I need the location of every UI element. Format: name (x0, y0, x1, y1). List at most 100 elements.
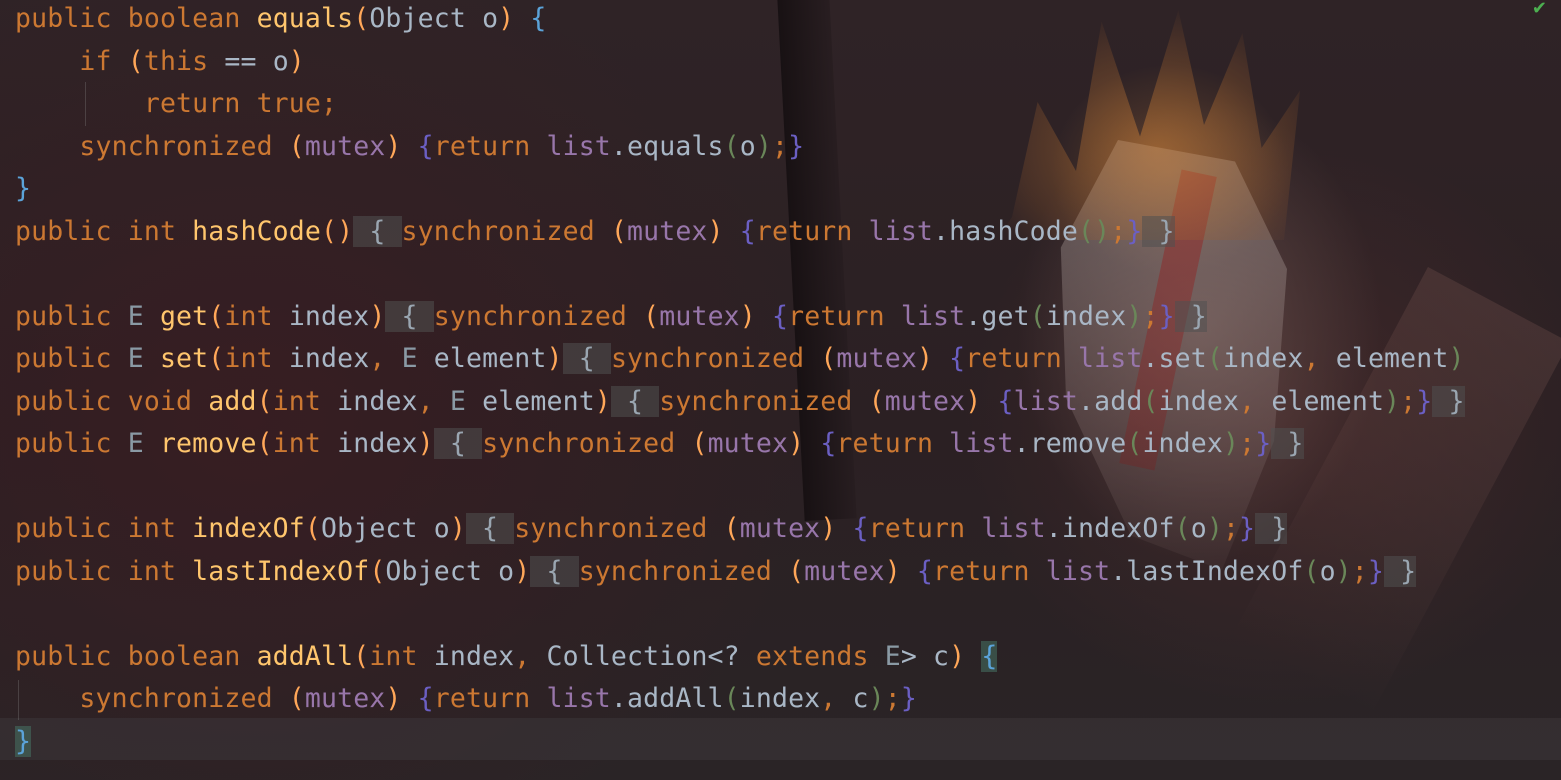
code-line[interactable]: public boolean addAll(int index, Collect… (15, 638, 1465, 681)
code-token: return (836, 428, 950, 459)
code-token: return (433, 683, 547, 714)
folded-region[interactable]: } (1271, 428, 1304, 459)
folded-region[interactable]: { (433, 428, 483, 459)
folded-region[interactable]: } (1174, 300, 1207, 332)
code-lines[interactable]: public boolean equals(Object o) { if (th… (15, 0, 1465, 765)
code-token: ( (256, 385, 273, 417)
code-token: public int (15, 513, 193, 544)
code-editor[interactable]: ✔ public boolean equals(Object o) { if (… (0, 0, 1561, 780)
code-token: . (1142, 343, 1159, 374)
code-token: ( (691, 428, 708, 459)
code-token: index (1045, 300, 1127, 332)
code-token: ) (514, 555, 531, 587)
code-token: get (159, 300, 209, 332)
code-token: } (1255, 428, 1272, 459)
code-token: o (739, 130, 756, 162)
folded-region[interactable]: } (1142, 215, 1175, 247)
code-token: int (224, 300, 289, 332)
folded-region[interactable]: { (562, 343, 611, 374)
code-token: { (949, 343, 966, 374)
code-token: . (1078, 385, 1095, 417)
code-token: ; (1222, 513, 1240, 544)
folded-region[interactable]: { (530, 555, 579, 587)
code-token: o (433, 513, 450, 544)
folded-region[interactable]: } (1255, 513, 1288, 544)
code-token: public boolean (15, 640, 257, 672)
code-token: . (965, 300, 982, 332)
code-token: mutex (659, 300, 740, 332)
code-token: int (272, 385, 338, 417)
code-token: . (933, 215, 950, 247)
code-token: { (417, 130, 434, 162)
folded-region[interactable]: { (385, 300, 434, 332)
code-token: return (433, 130, 547, 162)
code-token: equals (627, 130, 724, 162)
code-token: . (1013, 428, 1030, 459)
code-token: public (15, 300, 128, 332)
code-line[interactable]: synchronized (mutex) {return list.addAll… (15, 680, 1465, 723)
code-token: ( (868, 385, 885, 417)
code-line[interactable]: } (15, 723, 1465, 766)
code-token: E (127, 428, 160, 459)
code-token: { (417, 683, 434, 714)
code-token: { (852, 513, 869, 544)
folded-region[interactable]: } (1432, 385, 1465, 417)
code-line[interactable]: public int lastIndexOf(Object o) { synch… (15, 553, 1465, 596)
code-line[interactable]: public E remove(int index) { synchronize… (15, 425, 1465, 468)
folded-region[interactable]: } (1384, 555, 1417, 587)
code-token: E (127, 300, 160, 332)
code-token: ; (1239, 428, 1256, 459)
code-line[interactable] (15, 595, 1465, 638)
code-token: hashCode (949, 215, 1078, 247)
code-token: element (1271, 385, 1385, 417)
code-token: mutex (804, 555, 885, 587)
code-token: { (981, 640, 998, 672)
code-line[interactable]: public E get(int index) { synchronized (… (15, 298, 1465, 341)
folded-region[interactable]: { (610, 385, 660, 417)
code-token: index (1142, 428, 1223, 459)
code-token: ; (1110, 215, 1127, 247)
code-token: element (482, 385, 595, 417)
code-line[interactable]: synchronized (mutex) {return list.equals… (15, 128, 1465, 171)
folded-region[interactable]: { (353, 215, 402, 247)
code-token: set (159, 343, 209, 374)
code-token: () (1077, 215, 1111, 247)
code-token: . (1045, 513, 1062, 544)
code-token: if (15, 45, 128, 77)
code-line[interactable] (15, 255, 1465, 298)
code-line[interactable]: public boolean equals(Object o) { (15, 0, 1465, 43)
folded-region[interactable]: { (465, 513, 515, 544)
code-token: indexOf (192, 513, 305, 544)
code-token: indexOf (1061, 513, 1175, 544)
code-line[interactable] (15, 468, 1465, 511)
code-token: addAll (256, 640, 354, 672)
code-token: public (15, 343, 128, 374)
code-token: ( (1126, 428, 1143, 459)
code-line[interactable]: public int indexOf(Object o) { synchroni… (15, 510, 1465, 553)
code-token: synchronized (15, 683, 289, 714)
code-token: { (997, 385, 1014, 417)
code-token: . (610, 683, 628, 714)
code-token: equals (256, 3, 354, 34)
code-line[interactable]: if (this == o) (15, 43, 1465, 86)
code-line[interactable]: public int hashCode() { synchronized (mu… (15, 213, 1465, 256)
code-line[interactable]: public E set(int index, E element) { syn… (15, 340, 1465, 383)
code-token: ) (498, 3, 531, 34)
code-token: public (15, 428, 128, 459)
code-token: ( (369, 555, 386, 587)
code-token: { (739, 215, 756, 247)
code-token: this (143, 45, 225, 77)
code-line[interactable]: return true; (15, 85, 1465, 128)
code-token: ) (1206, 513, 1223, 544)
code-token: return (868, 513, 982, 544)
code-token: o (1319, 555, 1336, 587)
inspection-ok-icon[interactable]: ✔ (1532, 0, 1547, 19)
code-line[interactable]: } (15, 170, 1465, 213)
code-line[interactable]: public void add(int index, E element) { … (15, 383, 1465, 426)
code-token: ( (208, 343, 225, 374)
code-token: ) (417, 428, 434, 459)
code-token: ) (594, 385, 611, 417)
code-token: E (449, 385, 483, 417)
code-token: E (401, 343, 434, 374)
code-token: add (208, 385, 257, 417)
